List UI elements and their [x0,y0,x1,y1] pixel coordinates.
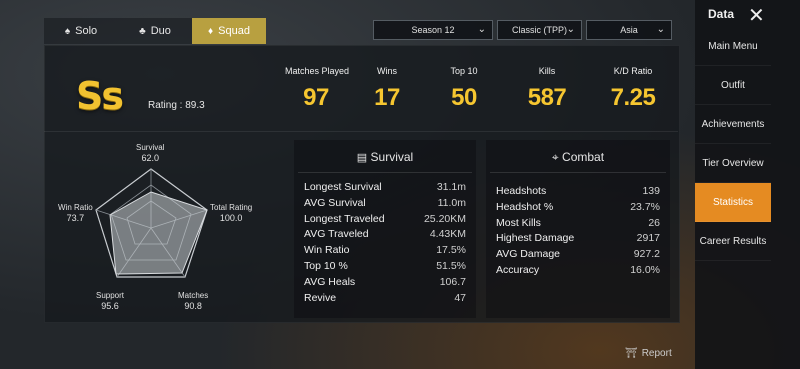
chevron-down-icon: ⌄ [566,24,575,35]
radar-label-win-ratio: Win Ratio 73.7 [58,203,93,223]
rating-score: Rating : 89.3 [148,100,205,111]
stat-label: Headshots [496,185,547,197]
chevron-down-icon: ⌄ [656,24,665,35]
stat-row: Revive 47 [304,291,466,307]
survival-box: ▤ Survival Longest Survival 31.1m AVG Surv… [294,140,476,318]
radar-label-support: Support 95.6 [96,291,125,311]
person-icon: ♠ [64,25,71,37]
stat-row: AVG Heals 106.7 [304,275,466,291]
radar-label-survival: Survival 62.0 [136,143,165,163]
stat-value: 927.2 [633,248,660,261]
stat-wins: Wins 17 [374,66,400,111]
stat-label: Accuracy [496,263,540,276]
stat-value: 139 [642,185,660,197]
tab-solo[interactable]: ♠ Solo [44,18,118,44]
sidebar-item-career-results[interactable]: Career Results [695,222,771,261]
mode-dropdown[interactable]: Classic (TPP) ⌄ [497,20,582,40]
survival-rows: Longest Survival 31.1m AVG Survival 11.0m Lo… [304,180,466,306]
combat-rows: Headshots 139 Headshot % 23.7% Most Kills 26 H… [496,184,660,279]
stat-label: Highest Damage [496,232,575,245]
sidebar-item-main-menu[interactable]: Main Menu [695,27,771,66]
stat-row: Most Kills 26 [496,216,660,232]
bar-chart-icon: ▤ [356,152,368,164]
stat-value: 17.5% [436,244,466,257]
stat-value: 51.5% [436,259,466,272]
stat-row: Highest Damage 2917 [496,231,660,247]
stat-kd-ratio: K/D Ratio 7.25 [610,66,656,111]
stat-row: Longest Traveled 25.20KM [304,212,466,228]
tier-badge: Ss [76,74,124,118]
stat-value: 16.0% [630,263,660,276]
sidebar-item-achievements[interactable]: Achievements [695,105,771,144]
stat-label: AVG Traveled [304,228,369,241]
stat-value: 31.1m [436,181,466,193]
stat-value: 47 [454,291,466,304]
stat-row: Headshot % 23.7% [496,200,660,216]
stat-row: Headshots 139 [496,184,660,200]
radar-label-total-rating: Total Rating 100.0 [210,203,253,223]
stat-row: Longest Survival 31.1m [304,180,466,196]
stat-label: Revive [304,291,337,304]
stat-row: AVG Damage 927.2 [496,247,660,263]
stat-label: AVG Survival [304,196,366,209]
stat-label: Longest Traveled [304,212,385,225]
duo-icon: ♣ [139,25,146,37]
stat-matches-played: Matches Played 97 [285,66,350,111]
stat-row: AVG Survival 11.0m [304,196,466,212]
stat-label: AVG Heals [304,275,356,288]
stat-value: 26 [648,216,660,229]
stat-row: Top 10 % 51.5% [304,259,466,275]
radar-label-matches: Matches 90.8 [178,291,209,311]
stat-row: Accuracy 16.0% [496,263,660,279]
sidebar-title: Data [708,7,735,21]
radar-chart [95,168,208,278]
stat-row: Win Ratio 17.5% [304,243,466,259]
sidebar-item-outfit[interactable]: Outfit [695,66,771,105]
divider [490,172,666,173]
close-icon[interactable]: ✕ [748,3,765,28]
sidebar-item-statistics[interactable]: Statistics [695,183,771,222]
tab-duo[interactable]: ♣ Duo [118,18,192,44]
report-button[interactable]: ⛩ Report [625,348,672,359]
stat-kills: Kills 587 [527,66,567,111]
stat-label: Headshot % [496,200,554,213]
tab-squad[interactable]: ♦ Squad [192,18,266,44]
stat-value: 106.7 [439,275,466,288]
stat-label: Most Kills [496,216,541,229]
survival-title: ▤ Survival [356,150,414,164]
combat-title: ⌖ Combat [551,150,605,164]
shield-icon: ⛩ [625,348,638,359]
stat-label: Top 10 % [304,259,348,272]
squad-icon: ♦ [208,25,214,37]
season-dropdown[interactable]: Season 12 ⌄ [373,20,493,40]
stat-value: 25.20KM [423,212,466,225]
stat-row: AVG Traveled 4.43KM [304,227,466,243]
stat-top10: Top 10 50 [450,66,478,111]
stat-value: 11.0m [437,196,466,209]
divider [298,172,472,173]
stat-value: 4.43KM [429,228,466,241]
combat-box: ⌖ Combat Headshots 139 Headshot % 23.7% Most… [486,140,670,318]
chevron-down-icon: ⌄ [477,24,486,35]
sidebar-item-tier-overview[interactable]: Tier Overview [695,144,771,183]
divider [44,131,678,132]
stat-value: 2917 [636,232,660,245]
region-dropdown[interactable]: Asia ⌄ [586,20,672,40]
stat-value: 23.7% [630,200,660,213]
stat-label: Longest Survival [304,181,382,193]
stat-label: AVG Damage [496,248,560,261]
stat-label: Win Ratio [304,244,350,257]
crosshair-icon: ⌖ [551,150,559,164]
mode-tabs: ♠ Solo ♣ Duo ♦ Squad [44,18,266,44]
